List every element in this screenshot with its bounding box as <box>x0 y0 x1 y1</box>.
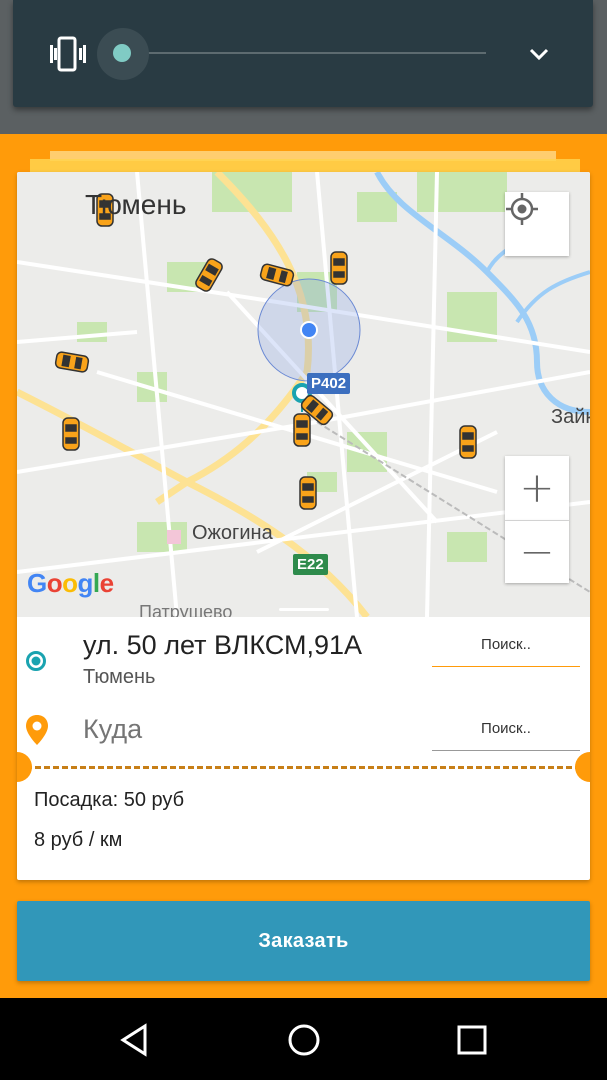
map-district-label: Ожогина <box>192 522 273 544</box>
google-logo: Google <box>27 568 114 598</box>
map-east-label: Зайк <box>551 406 590 428</box>
pickup-dot-icon <box>25 650 47 672</box>
drag-handle[interactable] <box>279 608 329 611</box>
home-icon[interactable] <box>282 1018 326 1062</box>
minus-icon: − <box>519 527 555 576</box>
plus-icon: + <box>519 463 555 512</box>
order-card: Тюмень Ожогина Зайк Патрушево Р402 E22 G… <box>17 172 590 880</box>
vibrate-icon[interactable] <box>46 32 90 76</box>
navigation-bar <box>0 998 607 1080</box>
road-badge-r402: Р402 <box>307 373 351 394</box>
ticket-divider <box>17 766 590 769</box>
road-badge-e22: E22 <box>293 554 328 575</box>
volume-panel <box>13 0 593 107</box>
boarding-price: Посадка: 50 руб <box>34 789 185 811</box>
zoom-out-button[interactable]: − <box>505 521 569 583</box>
pickup-city: Тюмень <box>83 666 156 688</box>
map-city-label: Тюмень <box>85 189 187 220</box>
volume-slider-track[interactable] <box>121 52 486 54</box>
pickup-search-field[interactable]: Поиск.. <box>432 636 580 667</box>
recents-icon[interactable] <box>450 1018 494 1062</box>
destination-input[interactable] <box>83 714 413 745</box>
map-bottom-label: Патрушево <box>139 602 233 617</box>
map-pin-icon <box>25 714 49 746</box>
destination-search-field[interactable]: Поиск.. <box>432 720 580 751</box>
back-icon[interactable] <box>113 1018 157 1062</box>
pickup-address: ул. 50 лет ВЛКСМ,91А <box>83 630 363 660</box>
chevron-down-icon[interactable] <box>525 40 553 68</box>
map-view[interactable]: Тюмень Ожогина Зайк Патрушево Р402 E22 G… <box>17 172 590 617</box>
order-button[interactable]: Заказать <box>17 901 590 981</box>
my-location-button[interactable] <box>505 192 569 256</box>
volume-slider-knob[interactable] <box>113 44 131 62</box>
per-km-price: 8 руб / км <box>34 829 123 851</box>
pickup-row[interactable]: ул. 50 лет ВЛКСМ,91А Тюмень Поиск.. <box>17 618 590 694</box>
zoom-in-button[interactable]: + <box>505 456 569 521</box>
destination-row[interactable]: Поиск.. <box>17 702 590 762</box>
